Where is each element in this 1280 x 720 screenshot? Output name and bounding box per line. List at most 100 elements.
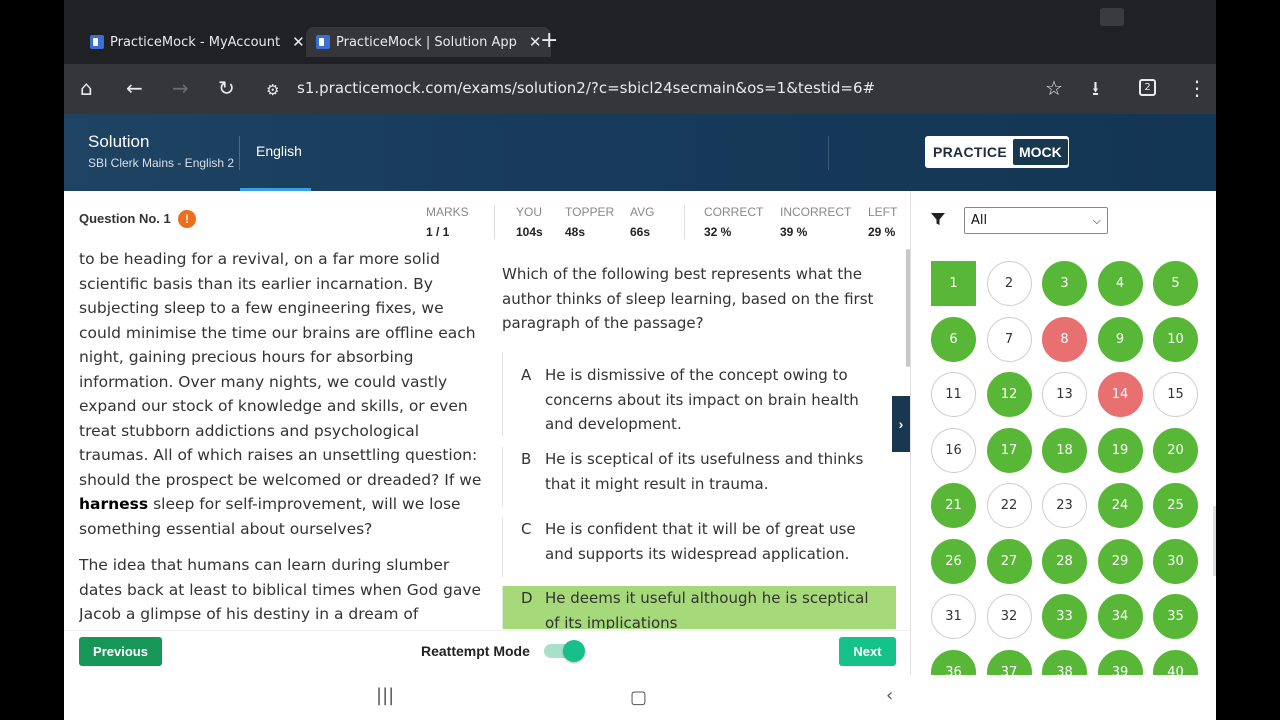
reattempt-mode-label: Reattempt Mode — [421, 643, 530, 659]
question-palette-button-6[interactable]: 6 — [931, 316, 976, 362]
back-nav-icon[interactable]: ‹ — [886, 685, 893, 706]
favicon-icon — [316, 35, 330, 49]
question-palette-button-39[interactable]: 39 — [1097, 649, 1143, 675]
question-palette-button-23[interactable]: 23 — [1042, 483, 1087, 528]
address-bar[interactable]: s1.practicemock.com/exams/solution2/?c=s… — [297, 79, 875, 97]
passage-text: to be heading for a revival, on a far mo… — [79, 247, 484, 627]
stat-label: MARKS — [426, 205, 469, 219]
question-palette-button-18[interactable]: 18 — [1042, 427, 1087, 473]
stat-label: TOPPER — [565, 205, 615, 219]
passage-paragraph: to be heading for a revival, on a far mo… — [79, 247, 484, 541]
question-palette-button-20[interactable]: 20 — [1153, 427, 1198, 473]
stat-label: CORRECT — [704, 205, 764, 219]
bookmark-star-icon[interactable]: ☆ — [1045, 76, 1063, 100]
option-letter: C — [521, 520, 532, 538]
question-palette-button-5[interactable]: 5 — [1153, 261, 1198, 306]
tab-search-icon[interactable] — [1100, 8, 1124, 26]
question-palette-button-13[interactable]: 13 — [1042, 372, 1087, 417]
question-palette-button-9[interactable]: 9 — [1097, 316, 1143, 362]
option-b[interactable]: B He is sceptical of its usefulness and … — [502, 447, 896, 507]
question-palette: All ⌵ 1 2 3 4 5 6 7 8 9 10 11 12 13 14 15 16 17 18 19 20 21 2… — [910, 191, 1216, 675]
question-palette-button-2[interactable]: 2 — [986, 261, 1032, 306]
question-palette-button-31[interactable]: 31 — [931, 594, 976, 639]
stat-value: 104s — [516, 225, 543, 239]
question-palette-button-15[interactable]: 15 — [1153, 372, 1198, 417]
reattempt-mode-toggle[interactable] — [544, 640, 585, 662]
question-palette-button-29[interactable]: 29 — [1097, 538, 1143, 584]
question-palette-button-37[interactable]: 37 — [986, 649, 1032, 675]
question-palette-button-40[interactable]: 40 — [1153, 649, 1198, 675]
stat-topper: TOPPER 48s — [565, 205, 614, 239]
question-palette-button-16[interactable]: 16 — [931, 427, 976, 473]
question-footer: Previous Reattempt Mode Next — [64, 630, 910, 675]
option-text: He is dismissive of the concept owing to… — [545, 366, 859, 433]
question-palette-button-14[interactable]: 14 — [1097, 372, 1143, 417]
previous-button[interactable]: Previous — [79, 637, 162, 666]
question-palette-button-12[interactable]: 12 — [986, 372, 1032, 417]
option-letter: B — [521, 450, 532, 468]
collapse-panel-chevron-icon[interactable]: › — [892, 396, 910, 452]
question-palette-button-1[interactable]: 1 — [931, 261, 976, 306]
question-palette-button-10[interactable]: 10 — [1153, 316, 1198, 362]
tab-switcher-button[interactable]: 2 — [1139, 79, 1156, 96]
option-c[interactable]: C He is confident that it will be of gre… — [502, 517, 896, 577]
question-palette-button-21[interactable]: 21 — [931, 483, 976, 528]
reload-icon[interactable]: ↻ — [218, 76, 235, 100]
home-nav-icon[interactable]: ▢ — [630, 687, 647, 708]
passage-paragraph: The idea that humans can learn during sl… — [79, 556, 482, 623]
question-palette-button-34[interactable]: 34 — [1097, 594, 1143, 639]
browser-tab-solution[interactable]: PracticeMock | Solution App ✕ — [306, 27, 552, 57]
option-text: He deems it useful although he is scepti… — [545, 589, 869, 629]
next-button[interactable]: Next — [839, 637, 896, 666]
question-palette-button-8[interactable]: 8 — [1042, 316, 1087, 362]
report-warning-icon[interactable]: ! — [178, 210, 196, 228]
question-palette-button-17[interactable]: 17 — [986, 427, 1032, 473]
filter-icon[interactable] — [930, 211, 946, 227]
question-palette-button-30[interactable]: 30 — [1153, 538, 1198, 584]
question-palette-button-27[interactable]: 27 — [986, 538, 1032, 584]
question-palette-button-26[interactable]: 26 — [931, 538, 976, 584]
divider — [494, 205, 495, 239]
exam-name: SBI Clerk Mains - English 2 — [88, 156, 235, 170]
question-palette-button-3[interactable]: 3 — [1042, 261, 1087, 306]
back-icon[interactable]: ← — [126, 76, 143, 100]
stat-avg: AVG 66s — [630, 205, 654, 239]
question-palette-button-38[interactable]: 38 — [1042, 649, 1087, 675]
home-icon[interactable]: ⌂ — [80, 76, 93, 100]
option-d-correct[interactable]: D He deems it useful although he is scep… — [502, 586, 896, 629]
new-tab-icon[interactable]: + — [540, 28, 558, 53]
menu-kebab-icon[interactable]: ⋮ — [1187, 76, 1207, 100]
favicon-icon — [90, 35, 104, 49]
question-palette-button-28[interactable]: 28 — [1042, 538, 1087, 584]
question-palette-button-32[interactable]: 32 — [986, 594, 1032, 639]
site-settings-icon[interactable]: ⚙ — [266, 78, 279, 102]
palette-scrollbar[interactable] — [1213, 506, 1216, 576]
question-palette-button-19[interactable]: 19 — [1097, 427, 1143, 473]
question-palette-button-4[interactable]: 4 — [1097, 261, 1143, 306]
option-a[interactable]: A He is dismissive of the concept owing … — [502, 352, 896, 436]
question-palette-button-33[interactable]: 33 — [1042, 594, 1087, 639]
browser-tab-strip: PracticeMock - MyAccount ✕ PracticeMock … — [64, 0, 1216, 64]
forward-icon[interactable]: → — [172, 76, 189, 100]
divider — [684, 205, 685, 239]
stat-left: LEFT 29 % — [868, 205, 897, 239]
screen: PracticeMock - MyAccount ✕ PracticeMock … — [64, 0, 1216, 720]
tab-english[interactable]: English — [240, 114, 311, 191]
question-palette-button-7[interactable]: 7 — [986, 316, 1032, 362]
option-text: He is confident that it will be of great… — [545, 520, 856, 563]
filter-select[interactable]: All ⌵ — [964, 207, 1108, 234]
tab-title: PracticeMock | Solution App — [336, 34, 517, 50]
question-palette-button-24[interactable]: 24 — [1097, 483, 1143, 528]
question-palette-button-22[interactable]: 22 — [986, 483, 1032, 528]
question-palette-button-35[interactable]: 35 — [1153, 594, 1198, 639]
question-number: Question No. 1 — [79, 211, 171, 226]
question-palette-button-36[interactable]: 36 — [931, 649, 976, 675]
stat-value: 48s — [565, 225, 586, 239]
recent-apps-icon[interactable]: ||| — [376, 685, 394, 706]
download-icon[interactable]: ⭳ — [1092, 76, 1099, 100]
stat-you: YOU 104s — [516, 205, 543, 239]
browser-tab-myaccount[interactable]: PracticeMock - MyAccount ✕ — [90, 27, 305, 57]
close-tab-icon[interactable]: ✕ — [292, 33, 305, 51]
question-palette-button-11[interactable]: 11 — [931, 372, 976, 417]
question-palette-button-25[interactable]: 25 — [1153, 483, 1198, 528]
